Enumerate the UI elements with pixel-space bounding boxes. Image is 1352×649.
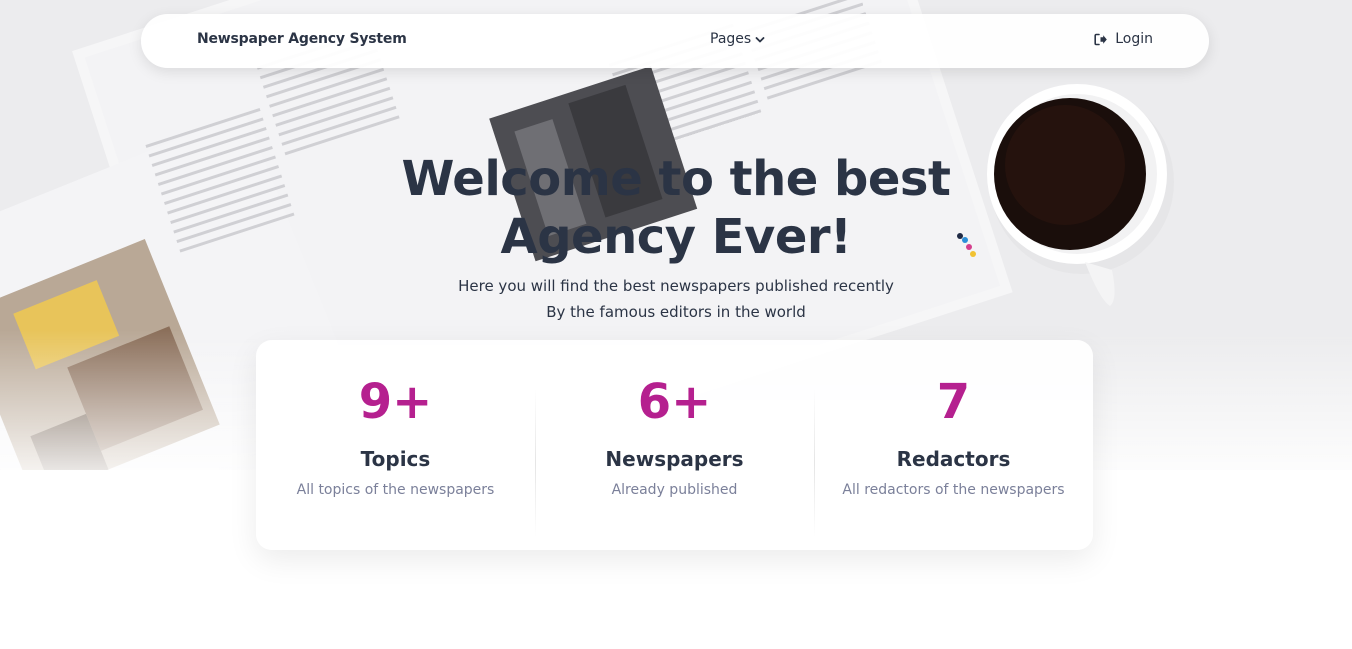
sign-in-icon xyxy=(1094,33,1108,45)
stat-value: 7 xyxy=(936,374,971,430)
stat-topics: 9+ Topics All topics of the newspapers xyxy=(256,340,535,550)
login-button[interactable]: Login xyxy=(1094,31,1153,47)
pages-dropdown-label: Pages xyxy=(710,31,752,47)
stat-title: Newspapers xyxy=(605,447,744,471)
stat-redactors: 7 Redactors All redactors of the newspap… xyxy=(814,340,1093,550)
login-label: Login xyxy=(1115,31,1153,47)
stat-newspapers: 6+ Newspapers Already published xyxy=(535,340,814,550)
stat-description: All topics of the newspapers xyxy=(296,482,495,498)
stat-value: 6+ xyxy=(637,374,712,430)
brand-logo-text[interactable]: Newspaper Agency System xyxy=(197,31,407,47)
pages-dropdown[interactable]: Pages xyxy=(710,31,765,47)
stats-card: 9+ Topics All topics of the newspapers 6… xyxy=(256,340,1093,550)
stat-value: 9+ xyxy=(358,374,433,430)
hero-title: Welcome to the best Agency Ever! xyxy=(401,151,951,265)
stat-description: All redactors of the newspapers xyxy=(842,482,1065,498)
stat-title: Redactors xyxy=(896,447,1011,471)
hero-subtitle-line-2: By the famous editors in the world xyxy=(546,303,806,321)
stat-title: Topics xyxy=(360,447,431,471)
hero-subtitle: Here you will find the best newspapers p… xyxy=(376,273,976,325)
stat-description: Already published xyxy=(611,482,738,498)
navbar: Newspaper Agency System Pages Login xyxy=(141,14,1209,68)
hero-subtitle-line-1: Here you will find the best newspapers p… xyxy=(458,277,894,295)
chevron-down-icon xyxy=(755,36,765,42)
